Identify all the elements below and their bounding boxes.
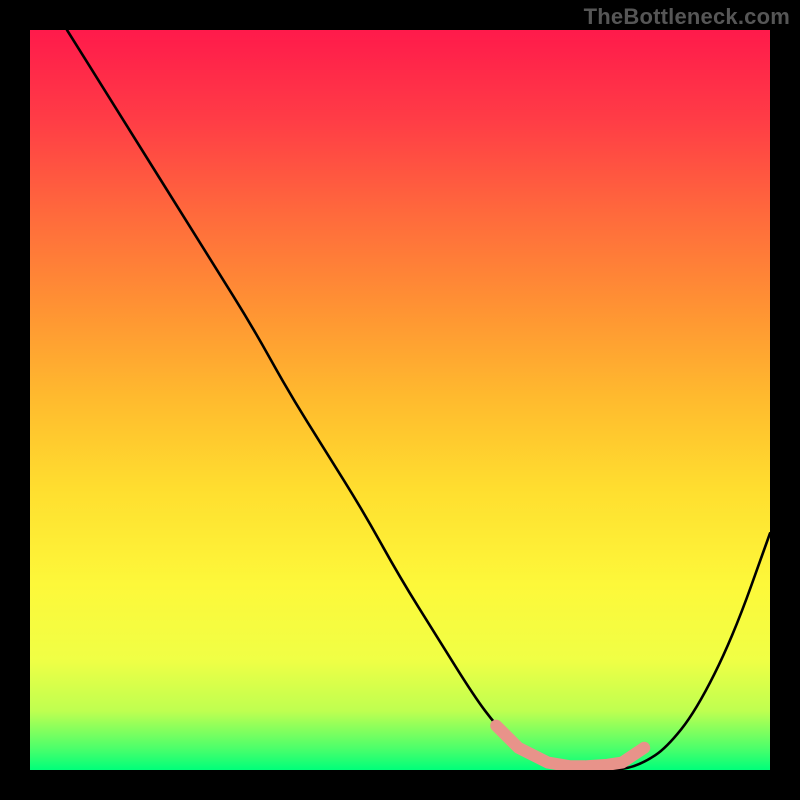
chart-frame: TheBottleneck.com <box>0 0 800 800</box>
main-curve <box>67 30 770 770</box>
plateau-marker <box>496 726 644 767</box>
plot-area <box>30 30 770 770</box>
chart-svg <box>30 30 770 770</box>
watermark-label: TheBottleneck.com <box>584 4 790 30</box>
